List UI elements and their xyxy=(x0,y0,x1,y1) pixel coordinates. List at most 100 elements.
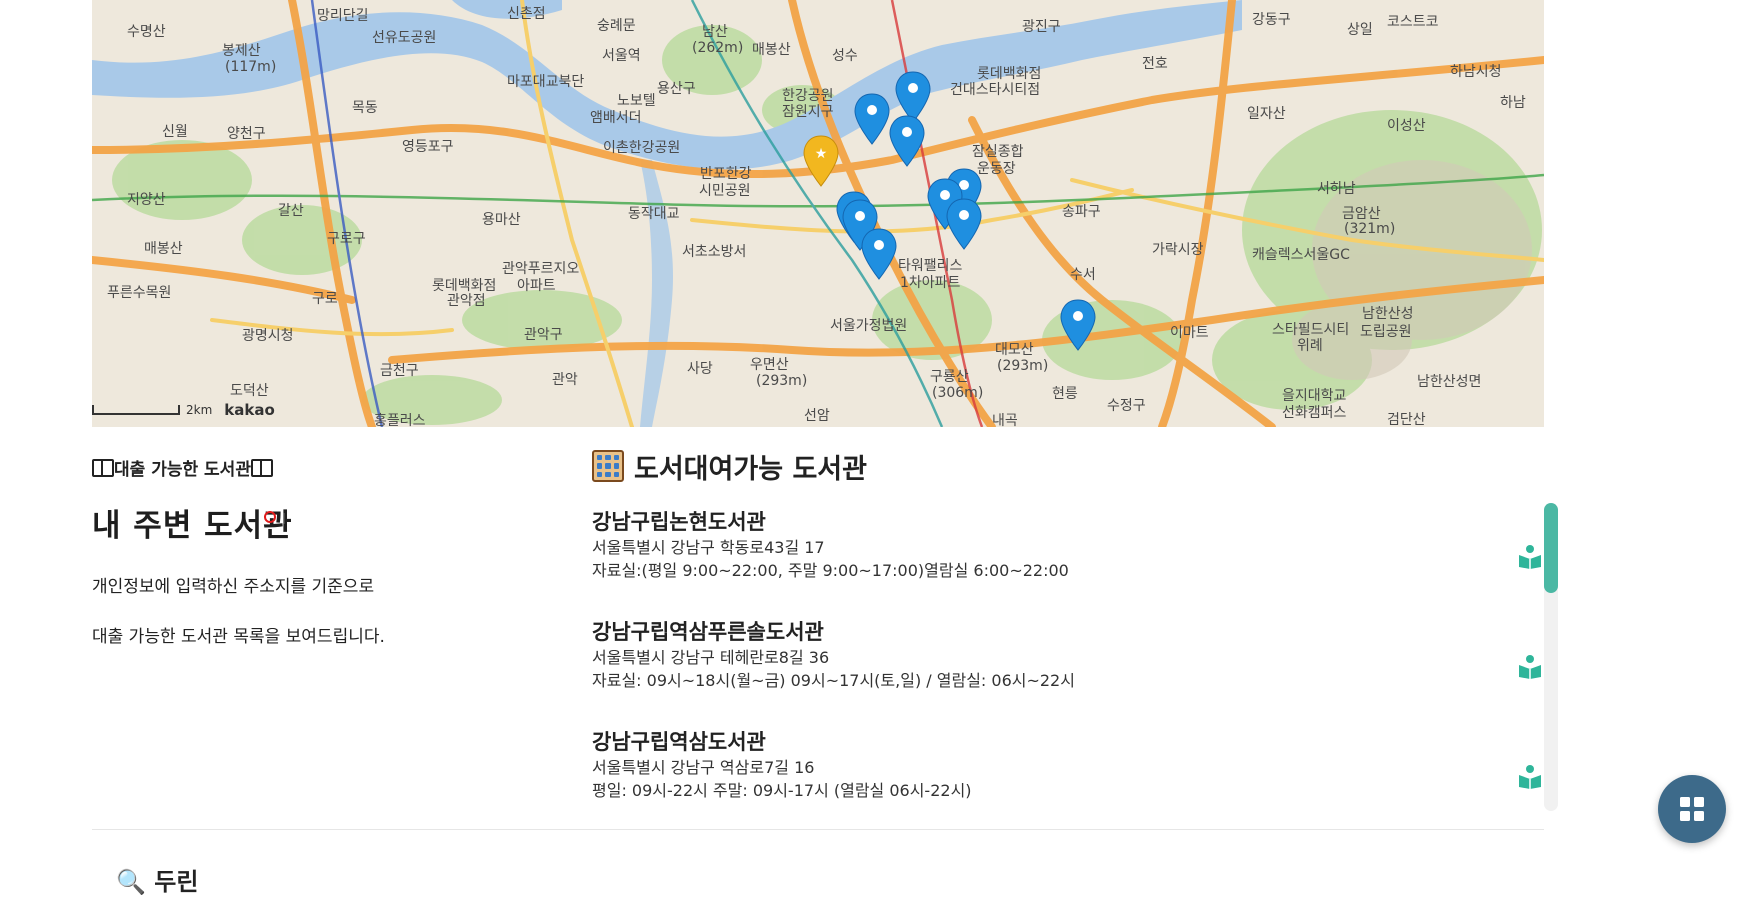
library-hours: 평일: 09시-22시 주말: 09시-17시 (열람실 06시-22시) xyxy=(592,781,972,800)
map-label: 캐슬렉스서울GC xyxy=(1252,247,1350,263)
library-map[interactable]: 망리단길 신촌점 수명산 봉제산 (117m) 선유도공원 숭례문 서울역 남산… xyxy=(92,0,1544,427)
intro-tag-label: 대출 가능한 도서관 xyxy=(114,459,251,480)
library-item[interactable]: 강남구립역삼푸른솔도서관 서울특별시 강남구 테헤란로8길 36 자료실: 09… xyxy=(592,618,1562,722)
svg-text:★: ★ xyxy=(815,146,828,162)
map-label: 관악 xyxy=(552,372,578,388)
map-label: 앰배서더 xyxy=(590,110,642,126)
intro-desc-line: 대출 가능한 도서관 목록을 보여드립니다. xyxy=(92,627,385,647)
map-label: 마포대교북단 xyxy=(507,74,584,90)
library-list[interactable]: 강남구립논현도서관 서울특별시 강남구 학동로43길 17 자료실:(평일 9:… xyxy=(592,502,1562,812)
map-label: 내곡 xyxy=(992,413,1018,427)
book-reader-icon[interactable] xyxy=(1516,542,1544,570)
intro-tag: 대출 가능한 도서관 xyxy=(92,452,552,482)
map-label: 전호 xyxy=(1142,56,1168,72)
open-book-icon xyxy=(92,458,114,477)
intro-desc-line: 개인정보에 입력하신 주소지를 기준으로 xyxy=(92,577,375,597)
intro-section: 대출 가능한 도서관 내 주변 도서관 I 개인정보에 입력하신 주소지를 기준… xyxy=(92,452,552,675)
library-item[interactable]: 강남구립역삼도서관 서울특별시 강남구 역삼로7길 16 평일: 09시-22시… xyxy=(592,728,1562,812)
map-label: 잠원지구 xyxy=(782,104,834,120)
map-label: 현릉 xyxy=(1052,386,1078,402)
map-label: 타워팰리스 xyxy=(898,258,963,274)
map-label: 홍플러스 xyxy=(374,413,426,427)
map-label: 남한산성면 xyxy=(1417,374,1481,390)
map-label: 잠실종합 xyxy=(972,144,1024,160)
library-hours: 자료실: 09시~18시(월~금) 09시~17시(토,일) / 열람실: 06… xyxy=(592,671,1075,690)
map-label: 구로구 xyxy=(327,231,366,247)
list-header: 도서대여가능 도서관 xyxy=(592,446,1562,486)
map-canvas[interactable]: 망리단길 신촌점 수명산 봉제산 (117m) 선유도공원 숭례문 서울역 남산… xyxy=(92,0,1544,427)
map-label: 도립공원 xyxy=(1360,324,1412,340)
map-label: 수명산 xyxy=(127,24,166,40)
map-label: 갈산 xyxy=(278,203,304,219)
map-label: 사당 xyxy=(687,361,713,377)
map-label: 1차아파트 xyxy=(900,275,961,291)
map-label: 구로 xyxy=(312,291,338,307)
book-reader-icon[interactable] xyxy=(1516,652,1544,680)
map-label: 한강공원 xyxy=(782,88,834,104)
open-book-icon xyxy=(250,458,273,477)
map-label: 영등포구 xyxy=(402,139,454,155)
map-label: 신촌점 xyxy=(507,6,546,22)
map-label: 매봉산 xyxy=(144,241,183,257)
map-label: 하남시청 xyxy=(1450,64,1502,80)
map-label: 대모산 xyxy=(995,342,1034,358)
map-label: 운동장 xyxy=(977,161,1016,177)
map-label: 이성산 xyxy=(1387,118,1426,134)
map-label: 매봉산 xyxy=(752,42,791,58)
intro-description: 개인정보에 입력하신 주소지를 기준으로 대출 가능한 도서관 목록을 보여드립… xyxy=(92,575,552,650)
map-label: 광진구 xyxy=(1022,19,1061,35)
map-label: 양천구 xyxy=(227,126,266,142)
map-label: 성수 xyxy=(832,48,858,64)
map-label: 건대스타시티점 xyxy=(950,82,1040,98)
map-label: 구룡산 xyxy=(930,369,969,385)
map-label: 일자산 xyxy=(1247,106,1286,122)
map-label: (293m) xyxy=(997,358,1048,374)
map-label: 서하남 xyxy=(1317,181,1356,197)
book-reader-icon[interactable] xyxy=(1516,762,1544,790)
page-title: 내 주변 도서관 xyxy=(92,508,293,544)
map-label: 아파트 xyxy=(517,278,556,294)
map-label: 롯데백화점 xyxy=(977,66,1041,82)
scale-label: 2km xyxy=(186,403,213,417)
map-label: 강동구 xyxy=(1252,12,1291,28)
text-cursor-icon: I xyxy=(282,510,287,528)
map-label: 서울가정법원 xyxy=(830,318,907,334)
map-label: 하남 xyxy=(1500,95,1526,111)
map-label: 도덕산 xyxy=(230,383,269,399)
building-icon xyxy=(592,450,624,482)
map-label: 숭례문 xyxy=(597,18,636,34)
scale-bar xyxy=(92,405,180,415)
library-name[interactable]: 강남구립역삼도서관 xyxy=(592,728,1562,756)
map-label: (321m) xyxy=(1344,221,1395,237)
map-label: (117m) xyxy=(225,59,276,75)
map-label: 우면산 xyxy=(750,357,789,373)
map-label: 서울역 xyxy=(602,48,641,64)
next-section-heading: 🔍 두린 xyxy=(116,868,199,896)
library-name[interactable]: 강남구립역삼푸른솔도서관 xyxy=(592,618,1562,646)
section-divider xyxy=(92,829,1544,830)
library-item[interactable]: 강남구립논현도서관 서울특별시 강남구 학동로43길 17 자료실:(평일 9:… xyxy=(592,508,1562,612)
map-label: 이마트 xyxy=(1170,325,1209,341)
map-scale: 2km kakao xyxy=(92,399,275,421)
menu-fab-button[interactable] xyxy=(1658,775,1726,843)
library-address: 서울특별시 강남구 역삼로7길 16 xyxy=(592,758,815,777)
cursor-indicator xyxy=(264,511,276,523)
map-label: 반포한강 xyxy=(700,166,752,182)
library-hours: 자료실:(평일 9:00~22:00, 주말 9:00~17:00)열람실 6:… xyxy=(592,561,1069,580)
map-label: (306m) xyxy=(932,385,983,401)
library-name[interactable]: 강남구립논현도서관 xyxy=(592,508,1562,536)
map-label: 이촌한강공원 xyxy=(603,140,680,156)
map-label: 목동 xyxy=(352,100,378,116)
map-label: (293m) xyxy=(756,373,807,389)
map-label: 수서 xyxy=(1070,267,1096,283)
map-label: 용산구 xyxy=(657,81,696,97)
list-scrollbar-thumb[interactable] xyxy=(1544,503,1558,593)
map-label: 금천구 xyxy=(380,363,419,379)
map-label: 광명시청 xyxy=(242,328,294,344)
map-label: 용마산 xyxy=(482,212,521,228)
map-label: (262m) xyxy=(692,40,743,56)
map-attribution: kakao xyxy=(224,401,275,419)
library-list-panel: 도서대여가능 도서관 강남구립논현도서관 서울특별시 강남구 학동로43길 17… xyxy=(592,446,1562,812)
map-label: 선유도공원 xyxy=(372,30,436,46)
map-label: 관악푸르지오 xyxy=(502,261,579,277)
